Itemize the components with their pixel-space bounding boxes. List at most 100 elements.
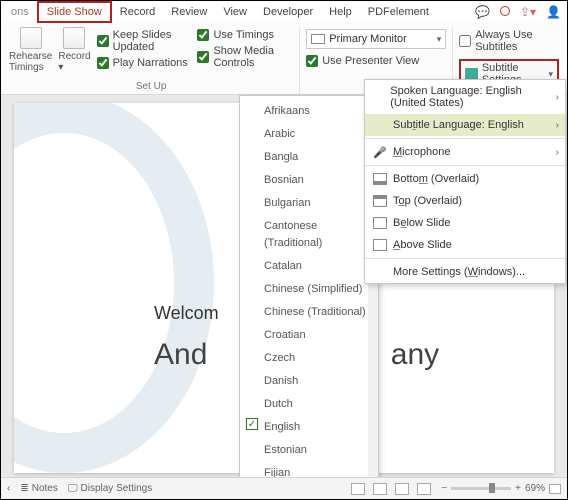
display-settings-button[interactable]: 🖵Display Settings [68, 483, 152, 494]
rehearse-icon [20, 27, 42, 49]
notes-icon: ≣ [20, 483, 28, 494]
language-option[interactable]: Afrikaans [240, 100, 378, 123]
record-button[interactable]: Record▾ [58, 27, 90, 81]
tab-cutoff: ons [3, 3, 37, 21]
menu-separator [365, 165, 565, 166]
decorative-ring [14, 103, 214, 473]
language-option[interactable]: Bangla [240, 146, 378, 169]
position-top-icon [373, 195, 387, 207]
zoom-out-button[interactable]: − [441, 483, 447, 494]
language-option[interactable]: Danish [240, 370, 378, 393]
menu-more-settings[interactable]: More Settings (Windows)... [365, 261, 565, 283]
comment-icon[interactable]: 💬 [475, 5, 490, 19]
tab-help[interactable]: Help [321, 3, 360, 21]
blank-icon [373, 266, 387, 278]
sorter-view-button[interactable] [373, 483, 387, 495]
tab-developer[interactable]: Developer [255, 3, 321, 21]
chevron-down-icon: ▾ [437, 34, 442, 45]
tab-pdfelement[interactable]: PDFelement [360, 3, 437, 21]
position-bottom-icon [373, 173, 387, 185]
media-label: Show Media Controls [213, 45, 293, 69]
language-option[interactable]: Dutch [240, 393, 378, 416]
status-bar: ‹ ≣ Notes 🖵Display Settings − + 69% [1, 477, 567, 499]
menu-more-label: More Settings (Windows)... [393, 266, 525, 278]
language-option[interactable]: Chinese (Simplified) [240, 278, 378, 301]
language-option[interactable]: Croatian [240, 324, 378, 347]
language-option[interactable]: Bulgarian [240, 192, 378, 215]
language-option[interactable]: Estonian [240, 439, 378, 462]
reading-view-button[interactable] [395, 483, 409, 495]
keep-label: Keep Slides Updated [113, 29, 192, 53]
menu-spoken-language[interactable]: Spoken Language: English (United States)… [365, 80, 565, 114]
record-ribbon-icon [63, 27, 85, 49]
menu-separator [365, 258, 565, 259]
zoom-percent[interactable]: 69% [525, 483, 545, 494]
account-icon[interactable]: 👤 [546, 5, 561, 19]
language-option[interactable]: Chinese (Traditional) [240, 301, 378, 324]
keep-slides-updated-checkbox[interactable]: Keep Slides Updated [97, 29, 192, 53]
play-narrations-checkbox[interactable]: Play Narrations [97, 57, 192, 69]
titlebar-icons: 💬 ⇪▾ 👤 [475, 5, 567, 19]
menu-bottom-label: Bottom (Overlaid) [393, 173, 479, 185]
blank-icon [373, 91, 384, 103]
setup-group-label: Set Up [9, 81, 293, 94]
rehearse-label: Rehearse Timings [9, 51, 52, 73]
menu-spoken-label: Spoken Language: English (United States) [390, 85, 557, 109]
tab-slide-show[interactable]: Slide Show [37, 1, 112, 23]
zoom-slider[interactable] [451, 487, 511, 490]
chevron-right-icon: › [556, 120, 559, 131]
chevron-down-icon: ▾ [548, 69, 553, 80]
menu-above-label: Above Slide [393, 239, 452, 251]
language-option[interactable]: Bosnian [240, 169, 378, 192]
language-option[interactable]: Cantonese (Traditional) [240, 215, 378, 255]
menu-subtitle-lang-label: Subtitle Language: English [393, 119, 524, 131]
use-timings-checkbox[interactable]: Use Timings [197, 29, 293, 41]
menu-top-overlaid[interactable]: Top (Overlaid) [365, 190, 565, 212]
menu-top-label: Top (Overlaid) [393, 195, 462, 207]
menu-below-slide[interactable]: Below Slide [365, 212, 565, 234]
menu-separator [365, 138, 565, 139]
menu-subtitle-language[interactable]: Subtitle Language: English › [365, 114, 565, 136]
record-label: Record▾ [58, 51, 90, 73]
play-label: Play Narrations [113, 57, 188, 69]
menu-above-slide[interactable]: Above Slide [365, 234, 565, 256]
menu-microphone-label: Microphone [393, 146, 451, 158]
subtitle-settings-menu: Spoken Language: English (United States)… [364, 79, 566, 284]
fit-to-window-button[interactable] [549, 484, 561, 494]
zoom-control: − + 69% [441, 483, 561, 494]
display-label: Display Settings [81, 483, 153, 494]
zoom-thumb[interactable] [489, 483, 495, 493]
position-below-icon [373, 217, 387, 229]
zoom-in-button[interactable]: + [515, 483, 521, 494]
language-option[interactable]: Catalan [240, 255, 378, 278]
notes-label: Notes [32, 483, 58, 494]
subtitle-language-list[interactable]: AfrikaansArabicBanglaBosnianBulgarianCan… [239, 95, 379, 495]
monitor-select[interactable]: Primary Monitor ▾ [306, 29, 446, 49]
presenter-label: Use Presenter View [322, 55, 419, 67]
share-icon[interactable]: ⇪▾ [520, 5, 536, 19]
language-option[interactable]: English✓ [240, 416, 378, 439]
always-use-subtitles-checkbox[interactable]: Always Use Subtitles [459, 29, 559, 53]
tab-record[interactable]: Record [112, 3, 163, 21]
tab-view[interactable]: View [215, 3, 255, 21]
rehearse-timings-button[interactable]: Rehearse Timings [9, 27, 52, 81]
ribbon-tabs: ons Slide Show Record Review View Develo… [1, 1, 567, 23]
show-media-controls-checkbox[interactable]: Show Media Controls [197, 45, 293, 69]
use-presenter-view-checkbox[interactable]: Use Presenter View [306, 55, 446, 67]
setup-checks-col2: Use Timings Show Media Controls [197, 27, 293, 81]
monitor-icon [311, 34, 325, 44]
menu-microphone[interactable]: 🎤 Microphone › [365, 141, 565, 163]
normal-view-button[interactable] [351, 483, 365, 495]
notes-button[interactable]: ≣ Notes [20, 483, 58, 494]
slideshow-view-button[interactable] [417, 483, 431, 495]
language-option[interactable]: Arabic [240, 123, 378, 146]
menu-below-label: Below Slide [393, 217, 451, 229]
prev-arrow[interactable]: ‹ [7, 483, 10, 494]
setup-checks-col1: Keep Slides Updated Play Narrations [97, 27, 192, 81]
language-option[interactable]: Czech [240, 347, 378, 370]
microphone-icon: 🎤 [373, 146, 387, 158]
tab-review[interactable]: Review [163, 3, 215, 21]
menu-bottom-overlaid[interactable]: Bottom (Overlaid) [365, 168, 565, 190]
monitor-value: Primary Monitor [329, 33, 407, 45]
record-icon[interactable] [500, 5, 510, 19]
